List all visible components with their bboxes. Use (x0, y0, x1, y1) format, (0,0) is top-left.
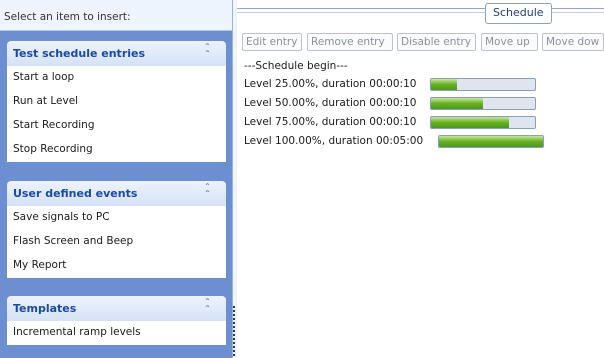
edit-entry-button[interactable]: Edit entry (242, 33, 302, 51)
entry-label: Level 75.00%, duration 00:00:10 (244, 116, 417, 128)
schedule-panel: Schedule Edit entry Remove entry Disable… (237, 0, 604, 358)
progress-fill (439, 136, 543, 147)
list-item-start-recording[interactable]: Start Recording (7, 114, 226, 138)
move-down-button[interactable]: Move dow (542, 33, 604, 51)
progress-fill (431, 117, 509, 128)
list-item-save-signals[interactable]: Save signals to PC (7, 206, 226, 230)
list-item-my-report[interactable]: My Report (7, 254, 226, 278)
remove-entry-button[interactable]: Remove entry (307, 33, 393, 51)
list-item-stop-recording[interactable]: Stop Recording (7, 138, 226, 162)
double-chevron-up-icon[interactable]: ˆˆ (201, 184, 214, 201)
schedule-entry[interactable]: Level 75.00%, duration 00:00:10 (244, 115, 536, 134)
level-progress-bar (430, 116, 536, 129)
schedule-begin-label: ---Schedule begin--- (244, 60, 348, 72)
group-templates: Templates ˆˆ Incremental ramp levels (7, 296, 226, 345)
double-chevron-up-icon[interactable]: ˆˆ (201, 44, 214, 61)
schedule-entry[interactable]: Level 25.00%, duration 00:00:10 (244, 77, 536, 96)
move-up-button[interactable]: Move up (481, 33, 538, 51)
entry-label: Level 100.00%, duration 00:05:00 (244, 135, 424, 147)
group-header-templates[interactable]: Templates ˆˆ (7, 296, 226, 321)
list-item-start-a-loop[interactable]: Start a loop (7, 66, 226, 90)
schedule-list: ---Schedule begin--- Level 25.00%, durat… (244, 59, 544, 153)
group-header-test-schedule-entries[interactable]: Test schedule entries ˆˆ (7, 41, 226, 66)
group-body: Start a loop Run at Level Start Recordin… (7, 66, 226, 162)
disable-entry-button[interactable]: Disable entry (397, 33, 476, 51)
level-progress-bar (430, 97, 536, 110)
group-title: Templates (13, 302, 77, 315)
list-item-incremental-ramp[interactable]: Incremental ramp levels (7, 321, 226, 345)
schedule-entry[interactable]: Level 100.00%, duration 00:05:00 (244, 134, 544, 153)
pane-header: Select an item to insert: (0, 0, 232, 31)
progress-fill (431, 79, 457, 90)
splitter-grip-icon[interactable] (233, 306, 235, 356)
group-test-schedule-entries: Test schedule entries ˆˆ Start a loop Ru… (7, 41, 226, 162)
schedule-entry[interactable]: Level 50.00%, duration 00:00:10 (244, 96, 536, 115)
progress-fill (431, 98, 483, 109)
group-header-user-defined-events[interactable]: User defined events ˆˆ (7, 181, 226, 206)
group-user-defined-events: User defined events ˆˆ Save signals to P… (7, 181, 226, 278)
list-item-flash-screen[interactable]: Flash Screen and Beep (7, 230, 226, 254)
entry-label: Level 25.00%, duration 00:00:10 (244, 78, 417, 90)
group-body: Save signals to PC Flash Screen and Beep… (7, 206, 226, 278)
group-title: Test schedule entries (13, 47, 146, 60)
entry-label: Level 50.00%, duration 00:00:10 (244, 97, 417, 109)
level-progress-bar (438, 135, 544, 148)
group-body: Incremental ramp levels (7, 321, 226, 345)
double-chevron-up-icon[interactable]: ˆˆ (201, 299, 214, 316)
schedule-title: Schedule (485, 3, 552, 24)
level-progress-bar (430, 78, 536, 91)
group-title: User defined events (13, 187, 138, 200)
insert-item-pane: Select an item to insert: Test schedule … (0, 0, 232, 358)
list-item-run-at-level[interactable]: Run at Level (7, 90, 226, 114)
